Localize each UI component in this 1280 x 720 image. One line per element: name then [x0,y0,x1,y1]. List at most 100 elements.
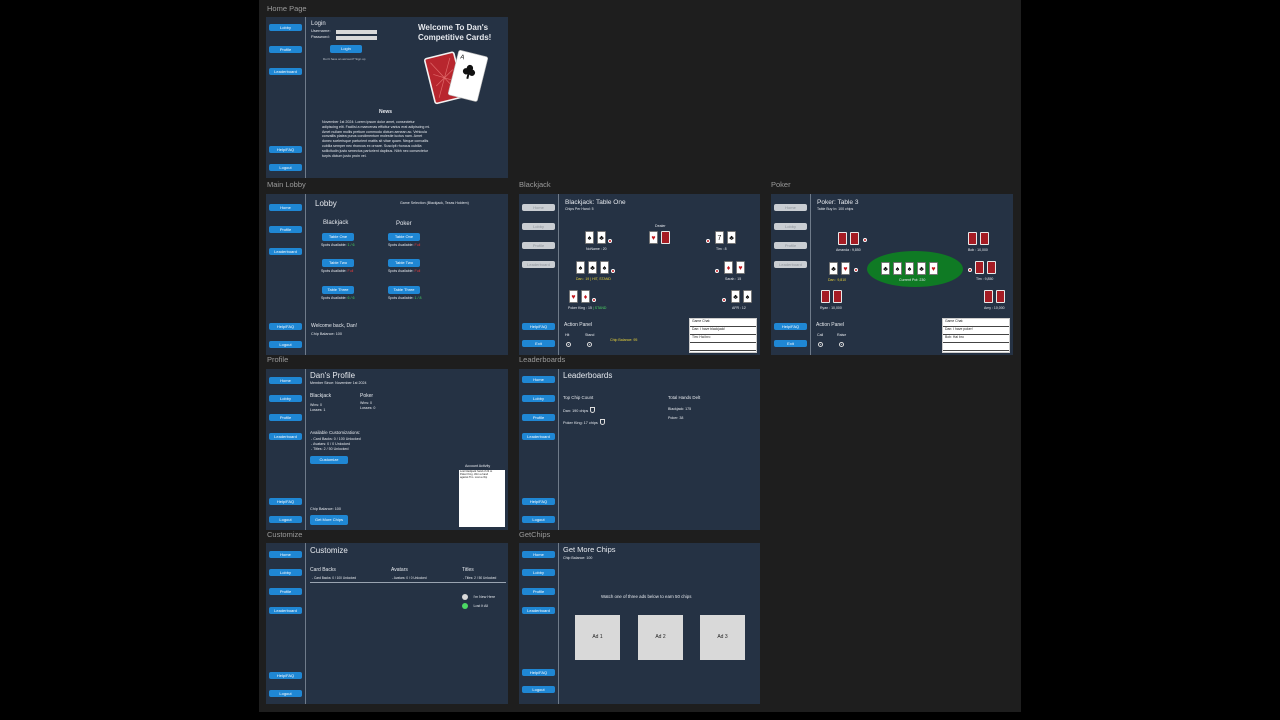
raise-radio[interactable] [839,342,844,347]
frame-label-customize: Customize [267,530,303,539]
login-title: Login [311,21,326,27]
divider [310,582,506,583]
nav-leaderboard-button[interactable]: Leaderboard [269,68,302,75]
nav-logout-button[interactable]: Logout [522,516,555,523]
chat-input[interactable] [943,343,1009,351]
nav-profile-button[interactable]: Profile [269,226,302,233]
blackjack-table-one-button[interactable]: Table One [322,233,354,241]
nav-home-button[interactable]: Home [269,204,302,211]
nav-logout-button[interactable]: Logout [522,686,555,693]
ad-1-button[interactable]: Ad 1 [575,615,620,660]
title-option[interactable]: Lost It All [462,597,488,615]
ad-3-button[interactable]: Ad 3 [700,615,745,660]
nav-help-button[interactable]: Help/FAQ [269,498,302,505]
nav-leaderboard-button[interactable]: Leaderboard [522,261,555,268]
password-label: Password: [311,34,330,39]
leaderboard-entry: Dan: 190 chips [563,407,596,413]
hit-radio[interactable] [566,342,571,347]
nav-help-button[interactable]: Help/FAQ [269,146,302,153]
nav-profile-button[interactable]: Profile [269,414,302,421]
frame-label-leaderboard: Leaderboards [519,355,566,364]
nav-logout-button[interactable]: Logout [269,516,302,523]
frame-label-getchips: GetChips [519,530,551,539]
customize-button[interactable]: Customize [310,456,348,464]
nav-lobby-button[interactable]: Lobby [269,395,302,402]
nav-home-button[interactable]: Home [269,551,302,558]
username-label: Username: [311,28,331,33]
ad-2-button[interactable]: Ad 2 [638,615,683,660]
community-card: ♥ [929,262,938,275]
stand-radio[interactable] [587,342,592,347]
password-field[interactable] [336,36,377,40]
nav-help-button[interactable]: Help/FAQ [269,323,302,330]
nav-home-button[interactable]: Home [522,204,555,211]
nav-leaderboard-button[interactable]: Leaderboard [269,433,302,440]
nav-logout-button[interactable]: Logout [269,341,302,348]
player-card: 7 [715,231,724,244]
page-title: Get More Chips [563,545,616,554]
top-chip-heading: Top Chip Count [563,395,594,400]
nav-lobby-button[interactable]: Lobby [522,569,555,576]
exit-button[interactable]: Exit [774,340,807,347]
poker-frame: Home Lobby Profile Leaderboard Help/FAQ … [771,194,1013,355]
signup-link[interactable]: Don't have an account? Sign up [323,57,365,61]
blackjack-wins: Wins: 0 [310,403,322,407]
nav-help-button[interactable]: Help/FAQ [522,498,555,505]
nav-leaderboard-button[interactable]: Leaderboard [774,261,807,268]
hands-entry: Blackjack: 175 [668,407,692,411]
nav-help-button[interactable]: Help/FAQ [269,672,302,679]
account-activity-box: Lost blackjack hand of 24 to Poker King.… [459,470,505,527]
nav-profile-button[interactable]: Profile [269,588,302,595]
blackjack-table-three-button[interactable]: Table Three [322,286,354,294]
nav-home-button[interactable]: Home [522,376,555,383]
nav-lobby-button[interactable]: Lobby [269,569,302,576]
login-button[interactable]: Login [330,45,362,53]
chip-icon [863,238,867,242]
nav-logout-button[interactable]: Logout [269,164,302,171]
nav-home-button[interactable]: Home [522,551,555,558]
nav-logout-button[interactable]: Logout [269,690,302,697]
card-back [996,290,1005,303]
sidebar: Home Lobby Profile Leaderboard Help/FAQ … [266,543,306,704]
frame-label-blackjack: Blackjack [519,180,551,189]
card-backs-heading: Card Backs [310,567,336,573]
nav-help-button[interactable]: Help/FAQ [522,669,555,676]
design-canvas: Home Page Lobby Profile Leaderboard Help… [259,0,1021,712]
nav-help-button[interactable]: Help/FAQ [522,323,555,330]
blackjack-table-two-button[interactable]: Table Two [322,259,354,267]
username-field[interactable] [336,30,377,34]
chat-input[interactable] [690,343,756,351]
nav-lobby-button[interactable]: Lobby [269,24,302,31]
poker-table-two-button[interactable]: Table Two [388,259,420,267]
raise-label: Raise [837,333,847,337]
nav-profile-button[interactable]: Profile [269,46,302,53]
exit-button[interactable]: Exit [522,340,555,347]
nav-leaderboard-button[interactable]: Leaderboard [269,248,302,255]
dealer-label: Dealer [655,224,666,228]
frame-label-home: Home Page [267,4,307,13]
nav-home-button[interactable]: Home [269,377,302,384]
poker-table-one-button[interactable]: Table One [388,233,420,241]
nav-leaderboard-button[interactable]: Leaderboard [522,607,555,614]
nav-leaderboard-button[interactable]: Leaderboard [269,607,302,614]
nav-profile-button[interactable]: Profile [522,414,555,421]
nav-profile-button[interactable]: Profile [774,242,807,249]
nav-leaderboard-button[interactable]: Leaderboard [522,433,555,440]
page-title: Lobby [315,199,337,208]
card-back [968,232,977,245]
poker-table-three-button[interactable]: Table Three [388,286,420,294]
nav-profile-button[interactable]: Profile [522,588,555,595]
nav-lobby-button[interactable]: Lobby [774,223,807,230]
call-radio[interactable] [818,342,823,347]
spots-available: Spots Available: 6 / 6 [321,296,355,300]
nav-lobby-button[interactable]: Lobby [522,395,555,402]
nav-home-button[interactable]: Home [774,204,807,211]
customization-line: - Card Backs: 0 / 100 Unlocked [311,437,361,441]
ad-instruction: Watch one of three ads below to earn 50 … [601,594,692,599]
nav-lobby-button[interactable]: Lobby [522,223,555,230]
nav-help-button[interactable]: Help/FAQ [774,323,807,330]
blackjack-heading: Blackjack [310,393,332,399]
chat-line: Tim: Hai bro [690,335,756,343]
get-more-chips-button[interactable]: Get More Chips [310,515,348,525]
nav-profile-button[interactable]: Profile [522,242,555,249]
